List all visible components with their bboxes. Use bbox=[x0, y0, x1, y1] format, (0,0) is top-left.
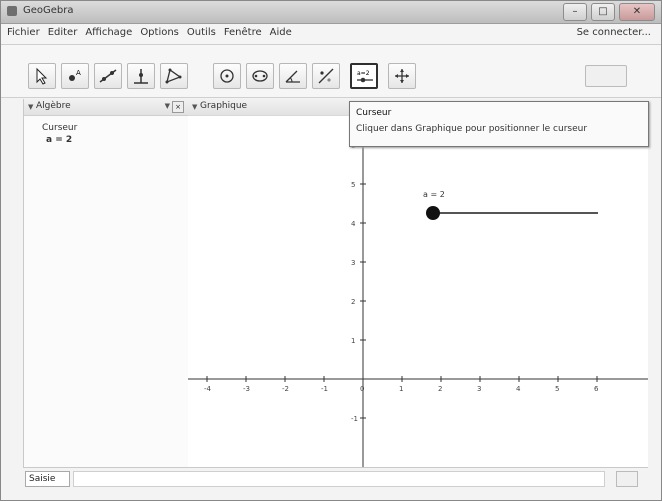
collapse-triangle-icon[interactable]: ▼ bbox=[192, 103, 197, 111]
window-controls: – □ ✕ bbox=[563, 3, 655, 21]
y-tick-label: 3 bbox=[351, 259, 355, 267]
move-tool-icon bbox=[36, 67, 48, 85]
menu-options[interactable]: Options bbox=[140, 27, 179, 38]
algebra-view-title: Algèbre bbox=[36, 101, 71, 111]
undo-redo-buttons[interactable] bbox=[585, 65, 627, 87]
conic-tool-icon bbox=[252, 70, 268, 82]
y-tick-label: 1 bbox=[351, 337, 355, 345]
style-bar-toggle-icon[interactable]: ▼ bbox=[165, 102, 170, 110]
x-tick-label: 6 bbox=[594, 385, 599, 393]
close-view-icon[interactable]: × bbox=[172, 101, 184, 113]
input-help-button[interactable] bbox=[616, 471, 638, 487]
menu-fenetre[interactable]: Fenêtre bbox=[224, 27, 262, 38]
sign-in-link[interactable]: Se connecter... bbox=[577, 27, 651, 38]
algebra-section-label[interactable]: Curseur bbox=[42, 123, 77, 133]
angle-tool-icon bbox=[285, 70, 300, 83]
x-tick-label: 5 bbox=[555, 385, 559, 393]
tooltip-description: Cliquer dans Graphique pour positionner … bbox=[356, 124, 588, 134]
polygon-tool-icon bbox=[165, 68, 182, 84]
svg-text:a=2: a=2 bbox=[357, 70, 370, 77]
menu-editer[interactable]: Editer bbox=[48, 27, 78, 38]
point-tool-icon: A bbox=[69, 69, 81, 81]
y-tick-label: 2 bbox=[351, 298, 355, 306]
slider-object[interactable]: a = 2 bbox=[423, 190, 598, 220]
move-tool-button[interactable] bbox=[28, 63, 56, 89]
perpendicular-tool-button[interactable] bbox=[127, 63, 155, 89]
input-bar: Saisie bbox=[23, 467, 648, 490]
tooltip-title: Curseur bbox=[356, 108, 392, 118]
x-tick-label: -3 bbox=[243, 385, 250, 393]
circle-tool-button[interactable] bbox=[213, 63, 241, 89]
svg-text:A: A bbox=[76, 69, 81, 77]
circle-tool-icon bbox=[220, 69, 234, 83]
graphics-view[interactable]: ▼ Graphique -4-3-2-10123456654321-1 a = … bbox=[188, 99, 648, 467]
menu-bar: Fichier Editer Affichage Options Outils … bbox=[1, 24, 661, 45]
collapse-triangle-icon[interactable]: ▼ bbox=[28, 103, 33, 111]
angle-tool-button[interactable] bbox=[279, 63, 307, 89]
window-title: GeoGebra bbox=[23, 5, 74, 16]
geogebra-window: GeoGebra – □ ✕ Fichier Editer Affichage … bbox=[0, 0, 662, 501]
reflect-tool-icon bbox=[318, 68, 334, 84]
algebra-entry[interactable]: a = 2 bbox=[46, 135, 72, 145]
line-tool-button[interactable] bbox=[94, 63, 122, 89]
y-tick-label: 4 bbox=[351, 220, 356, 228]
geogebra-app-icon bbox=[7, 6, 17, 16]
x-tick-label: -2 bbox=[282, 385, 289, 393]
close-button[interactable]: ✕ bbox=[619, 3, 655, 21]
minimize-button[interactable]: – bbox=[563, 3, 587, 21]
tool-tooltip: Curseur Cliquer dans Graphique pour posi… bbox=[349, 101, 649, 147]
toolbar: A a=2 bbox=[1, 45, 661, 98]
slider-tool-icon: a=2 bbox=[357, 70, 373, 83]
move-graphics-tool-button[interactable] bbox=[388, 63, 416, 89]
menu-fichier[interactable]: Fichier bbox=[7, 27, 40, 38]
y-tick-label: 5 bbox=[351, 181, 355, 189]
x-tick-label: -1 bbox=[321, 385, 328, 393]
polygon-tool-button[interactable] bbox=[160, 63, 188, 89]
point-tool-button[interactable]: A bbox=[61, 63, 89, 89]
input-label: Saisie bbox=[25, 471, 70, 487]
algebra-view: ▼ Algèbre ▼ × Curseur a = 2 bbox=[23, 99, 189, 467]
algebra-view-header: ▼ Algèbre ▼ × bbox=[24, 99, 188, 116]
coordinate-axes: -4-3-2-10123456654321-1 bbox=[188, 116, 648, 467]
menu-outils[interactable]: Outils bbox=[187, 27, 216, 38]
x-tick-label: 1 bbox=[399, 385, 403, 393]
graphics-canvas[interactable]: -4-3-2-10123456654321-1 a = 2 bbox=[188, 116, 648, 467]
title-bar: GeoGebra – □ ✕ bbox=[1, 1, 661, 24]
x-tick-label: 2 bbox=[438, 385, 442, 393]
x-tick-label: 3 bbox=[477, 385, 481, 393]
x-tick-label: 4 bbox=[516, 385, 521, 393]
graphics-view-title: Graphique bbox=[200, 101, 248, 111]
menu-aide[interactable]: Aide bbox=[270, 27, 292, 38]
y-tick-label: -1 bbox=[351, 415, 358, 423]
reflect-tool-button[interactable] bbox=[312, 63, 340, 89]
slider-knob[interactable] bbox=[426, 206, 440, 220]
move-graphics-tool-icon bbox=[395, 69, 409, 83]
conic-tool-button[interactable] bbox=[246, 63, 274, 89]
x-tick-label: 0 bbox=[360, 385, 364, 393]
slider-label: a = 2 bbox=[423, 190, 445, 199]
menu-affichage[interactable]: Affichage bbox=[85, 27, 132, 38]
line-tool-icon bbox=[99, 69, 117, 83]
input-field[interactable] bbox=[73, 471, 605, 487]
menu-list: Fichier Editer Affichage Options Outils … bbox=[7, 27, 292, 38]
maximize-button[interactable]: □ bbox=[591, 3, 615, 21]
slider-tool-button[interactable]: a=2 bbox=[350, 63, 378, 89]
perpendicular-tool-icon bbox=[134, 69, 148, 84]
x-tick-label: -4 bbox=[204, 385, 212, 393]
